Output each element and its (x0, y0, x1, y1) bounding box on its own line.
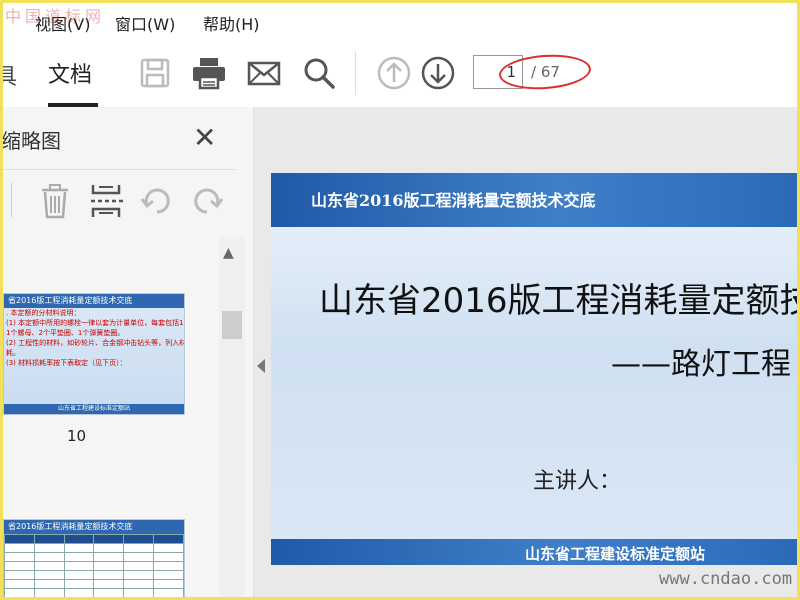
slide-title: 山东省2016版工程消耗量定额技 (319, 281, 797, 321)
scrollbar-thumb[interactable] (222, 311, 242, 339)
email-icon[interactable] (246, 55, 282, 91)
menu-window[interactable]: 窗口(W) (115, 11, 175, 35)
app-window: 中国道标网 视图(V) 窗口(W) 帮助(H) 具 文档 (0, 0, 800, 600)
menu-help[interactable]: 帮助(H) (203, 11, 260, 35)
menu-view[interactable]: 视图(V) (35, 11, 90, 35)
thumbnail-line: 耗。 (6, 349, 20, 357)
thumbnail-header: 省2016版工程消耗量定额技术交底 (4, 520, 184, 534)
rotate-left-icon[interactable] (139, 181, 175, 221)
thumbnail-line: (1) 本定额中所用的螺栓一律以套为计量单位，每套包括1个 (6, 319, 185, 327)
thumbnail-line: (3) 材料损耗率按下表取定（见下页）： (6, 359, 127, 367)
panel-tool-separator (11, 183, 12, 217)
thumbnail-table (4, 534, 184, 597)
prev-page-icon[interactable] (376, 55, 412, 91)
thumbnail-line: (2) 工程性的材料，如砂轮片、合金钢冲击钻头等，列入材料消 (6, 339, 185, 347)
page-thumbnail-10[interactable]: 省2016版工程消耗量定额技术交底 . 本定额的分材料说明： (1) 本定额中所… (3, 293, 185, 415)
thumbnail-line: 1个螺母、2个平垫圈、1个弹簧垫圈。 (6, 329, 125, 337)
page-thumbnail-11[interactable]: 省2016版工程消耗量定额技术交底 (3, 519, 185, 597)
close-icon[interactable]: ✕ (193, 121, 216, 154)
slide-footer-text: 山东省工程建设标准定额站 (525, 545, 706, 563)
next-page-icon[interactable] (420, 55, 456, 91)
panel-toolbar (3, 171, 253, 233)
watermark-bottom: www.cndao.com (659, 569, 793, 589)
slide-speaker: 主讲人： (533, 469, 622, 494)
chevron-up-icon[interactable]: ▲ (223, 245, 234, 261)
thumbnail-page-label: 10 (67, 427, 87, 445)
thumbnail-scrollbar[interactable] (219, 237, 245, 597)
search-icon[interactable] (301, 55, 337, 91)
slide-header-band: 山东省2016版工程消耗量定额技术交底 (271, 173, 797, 227)
thumbnail-footer: 山东省工程建设标准定额站 (4, 404, 184, 414)
thumbnail-header: 省2016版工程消耗量定额技术交底 (4, 294, 184, 308)
save-icon[interactable] (137, 55, 173, 91)
panel-divider (3, 169, 235, 170)
toolbar: 具 文档 (3, 41, 797, 107)
slide-header-text: 山东省2016版工程消耗量定额技术交底 (311, 191, 596, 210)
panel-title: 缩略图 (1, 129, 61, 153)
thumbnail-line: . 本定额的分材料说明： (6, 309, 81, 317)
tab-document[interactable]: 文档 (48, 57, 92, 89)
print-icon[interactable] (191, 55, 227, 91)
toolbar-separator (355, 51, 356, 95)
extract-page-icon[interactable] (89, 181, 125, 221)
slide-footer-band: 山东省工程建设标准定额站 (271, 539, 797, 565)
delete-icon[interactable] (37, 181, 73, 221)
thumbnail-panel: 缩略图 ✕ ▲ 省2016版工程消耗量定额技术交底 . 本定额的分材料说明： (… (3, 107, 254, 597)
collapse-panel-icon[interactable] (257, 359, 265, 373)
slide-subtitle: ——路灯工程 (611, 347, 791, 382)
menu-bar: 中国道标网 视图(V) 窗口(W) 帮助(H) (3, 3, 797, 41)
slide-page: 山东省2016版工程消耗量定额技术交底 山东省2016版工程消耗量定额技 ——路… (271, 173, 797, 565)
rotate-right-icon[interactable] (189, 181, 225, 221)
tab-tools[interactable]: 具 (3, 59, 17, 91)
